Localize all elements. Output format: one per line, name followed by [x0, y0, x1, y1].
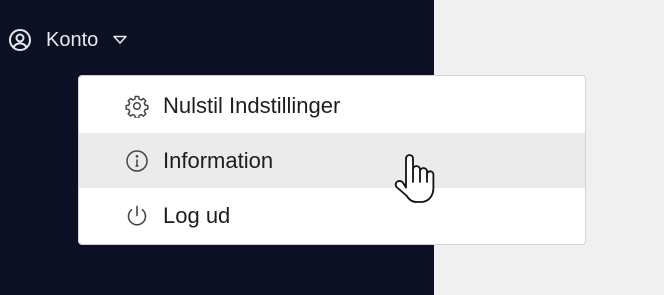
- menu-item-information[interactable]: Information: [79, 133, 585, 188]
- account-label: Konto: [46, 28, 99, 51]
- gear-icon: [125, 94, 149, 118]
- hand-pointer-icon: [393, 150, 435, 206]
- menu-item-label: Information: [163, 147, 274, 173]
- account-dropdown-menu: Nulstil Indstillinger Information Log ud: [78, 75, 586, 245]
- user-circle-icon: [8, 28, 32, 52]
- menu-item-log-out[interactable]: Log ud: [79, 188, 585, 243]
- power-icon: [125, 204, 149, 228]
- account-menu-button[interactable]: Konto: [8, 22, 128, 58]
- caret-down-icon: [112, 32, 128, 48]
- menu-item-label: Nulstil Indstillinger: [163, 92, 341, 118]
- info-icon: [125, 149, 149, 173]
- menu-item-reset-settings[interactable]: Nulstil Indstillinger: [79, 78, 585, 133]
- menu-item-label: Log ud: [163, 202, 231, 228]
